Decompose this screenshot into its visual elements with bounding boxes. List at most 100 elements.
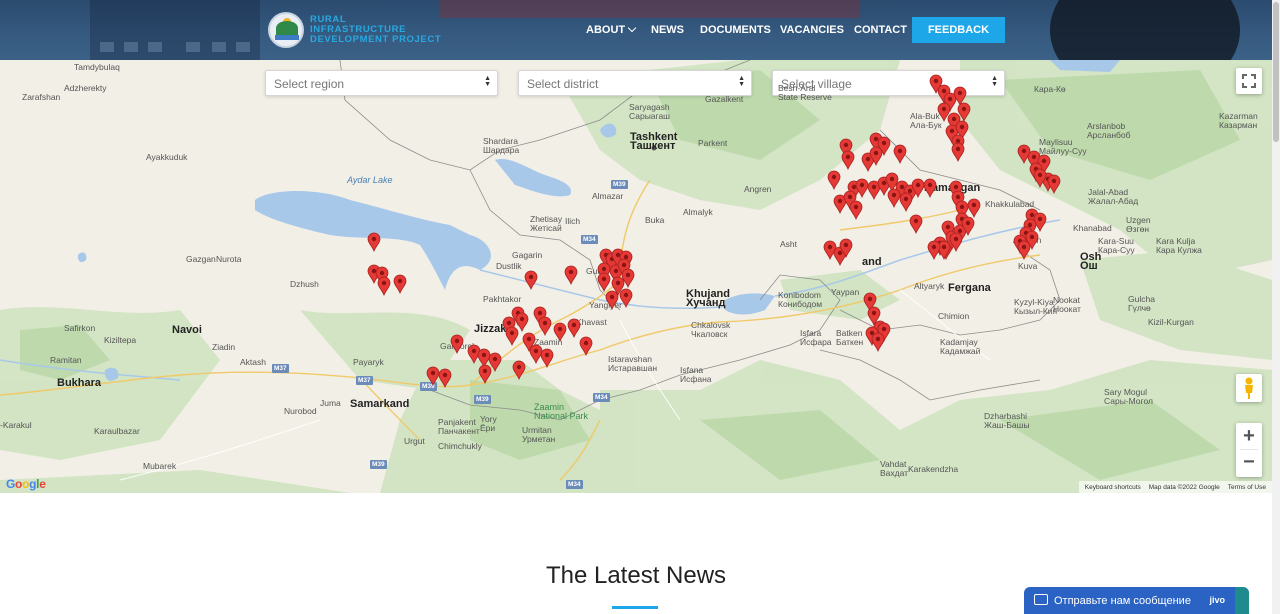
logo-text[interactable]: Rural Infrastructure Development Project (310, 15, 441, 45)
map-marker-pin[interactable] (839, 238, 853, 259)
map-label-parkent: Parkent (698, 138, 728, 148)
map-marker-pin[interactable] (540, 348, 554, 369)
map-marker-pin[interactable] (1017, 240, 1031, 261)
map-marker-pin[interactable] (909, 214, 923, 235)
map-label-kara-suu: Kara-Suu Кара-Суу (1098, 236, 1135, 255)
map-marker-pin[interactable] (827, 170, 841, 191)
terms-link[interactable]: Terms of Use (1228, 484, 1266, 491)
map-marker-pin[interactable] (841, 150, 855, 171)
chevron-down-icon (627, 23, 637, 33)
nav-news[interactable]: NEWS (651, 24, 684, 36)
fullscreen-button[interactable] (1236, 68, 1262, 94)
map-marker-pin[interactable] (1033, 168, 1047, 189)
nav-contact[interactable]: CONTACT (854, 24, 907, 36)
map-marker-pin[interactable] (949, 232, 963, 253)
map-label-zarafshan: Zarafshan (22, 92, 61, 102)
page-scrollbar[interactable] (1272, 0, 1280, 614)
map-label-yaypan: Yaypan (831, 287, 860, 297)
map-label-kyzyl-kiya: Kyzyl-Kiya Кызыл-Кия (1014, 297, 1058, 316)
map-marker-pin[interactable] (899, 192, 913, 213)
map-marker-pin[interactable] (871, 332, 885, 353)
map-label-nurobod: Nurobod (284, 406, 317, 416)
keyboard-shortcuts-link[interactable]: Keyboard shortcuts (1085, 484, 1141, 491)
zoom-in-button[interactable]: + (1236, 423, 1262, 449)
map-label-urgut: Urgut (404, 436, 425, 446)
feedback-button[interactable]: FEEDBACK (912, 17, 1005, 43)
map-marker-pin[interactable] (538, 316, 552, 337)
map-marker-pin[interactable] (512, 360, 526, 381)
map-marker-pin[interactable] (927, 240, 941, 261)
project-logo[interactable] (268, 12, 304, 48)
map-label-kuva: Kuva (1018, 261, 1038, 271)
map-label-pakhtakor: Pakhtakor (483, 294, 522, 304)
nav-documents[interactable]: DOCUMENTS (700, 24, 771, 36)
map-marker-pin[interactable] (564, 265, 578, 286)
map-marker-pin[interactable] (488, 352, 502, 373)
map-marker-pin[interactable] (605, 290, 619, 311)
map-label-chimchukly: Chimchukly (438, 441, 482, 451)
map-marker-pin[interactable] (961, 216, 975, 237)
chat-widget-button[interactable]: Отправьте нам сообщение jivo (1024, 587, 1249, 614)
logo-line-3: Development Project (310, 34, 442, 45)
map-label-ayakkuduk: Ayakkuduk (146, 152, 188, 162)
map-marker-pin[interactable] (367, 232, 381, 253)
map-label-konibodom: Konibodom Конибодом (778, 290, 823, 309)
map-label-angren: Angren (744, 184, 772, 194)
mail-icon (1034, 594, 1048, 605)
map-label-mubarek: Mubarek (143, 461, 177, 471)
map-marker-pin[interactable] (869, 146, 883, 167)
map-label-gazgan: Gazgan (186, 254, 216, 264)
zoom-control: + − (1236, 423, 1262, 477)
map-marker-pin[interactable] (957, 102, 971, 123)
map-marker-pin[interactable] (393, 274, 407, 295)
nav-vacancies[interactable]: VACANCIES (780, 24, 844, 36)
map-label-gagarin: Gagarin (512, 250, 543, 260)
map-label-gulcha: Gulcha Гүлчө (1128, 294, 1155, 313)
map-label-vahdat: Vahdat Вахдат (880, 459, 909, 478)
map-marker-pin[interactable] (579, 336, 593, 357)
map-marker-pin[interactable] (967, 198, 981, 219)
map-label-jalal-abad: Jalal-Abad Жалал-Абад (1088, 187, 1139, 206)
map-marker-pin[interactable] (597, 272, 611, 293)
map-label-istaravshan: Istaravshan Истаравшан (608, 354, 658, 373)
map-label-ilich: Ilich (565, 216, 581, 226)
map-marker-pin[interactable] (553, 322, 567, 343)
map-label-karaulbazar: Karaulbazar (94, 426, 140, 436)
map-marker-pin[interactable] (505, 326, 519, 347)
map-label-osh: Osh Ош (1080, 251, 1102, 272)
street-view-pegman[interactable] (1236, 374, 1262, 402)
map-label-aydar-lake: Aydar Lake (347, 175, 393, 185)
nav-about[interactable]: ABOUT (586, 23, 637, 36)
region-select[interactable]: Select region ▲ ▼ (265, 70, 498, 96)
map-view[interactable]: Select region ▲ ▼ Select district ▲ ▼ Sele… (0, 60, 1272, 493)
map-marker-pin[interactable] (1047, 174, 1061, 195)
map-label-kokand: and (862, 256, 882, 268)
road-shield: M39 (370, 460, 387, 469)
map-label-altyaryk: Altyaryk (914, 281, 945, 291)
district-select[interactable]: Select district ▲ ▼ (518, 70, 752, 96)
map-label-khanabad: Khanabad (1073, 223, 1112, 233)
map-marker-pin[interactable] (893, 144, 907, 165)
google-logo[interactable]: Google (6, 477, 46, 491)
zoom-out-button[interactable]: − (1236, 450, 1262, 476)
map-label-asht: Asht (780, 239, 798, 249)
map-marker-pin[interactable] (377, 276, 391, 297)
map-marker-pin[interactable] (923, 178, 937, 199)
scrollbar-thumb[interactable] (1273, 2, 1279, 142)
map-label-safirkon: Safirkon (64, 323, 96, 333)
map-label-chkalovsk: Chkalovsk Чкаловск (691, 320, 731, 339)
map-label-aktash: Aktash (240, 357, 266, 367)
map-marker-pin[interactable] (450, 334, 464, 355)
map-marker-pin[interactable] (524, 270, 538, 291)
header-background-roof (440, 0, 860, 18)
select-arrows-icon: ▲ ▼ (484, 75, 491, 88)
map-marker-pin[interactable] (849, 200, 863, 221)
map-marker-pin[interactable] (438, 368, 452, 389)
title-underline (612, 606, 658, 609)
map-label-yory: Yory Ёри (480, 414, 497, 433)
map-marker-pin[interactable] (619, 288, 633, 309)
map-label-karakendzha: Karakendzha (908, 464, 959, 474)
select-arrows-icon: ▲ ▼ (738, 75, 745, 88)
map-marker-pin[interactable] (951, 142, 965, 163)
map-marker-pin[interactable] (567, 318, 581, 339)
